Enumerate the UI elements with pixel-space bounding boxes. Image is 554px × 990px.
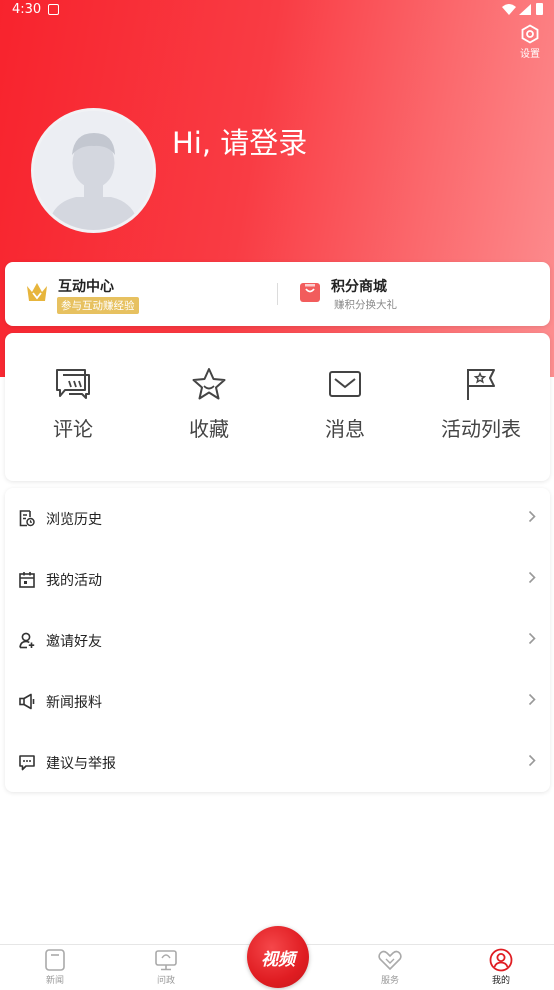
chevron-right-icon — [528, 510, 536, 523]
invite-user-icon — [19, 632, 35, 649]
handshake-icon — [378, 950, 402, 970]
menu-item-invite-friends[interactable]: 邀请好友 — [5, 610, 550, 671]
news-icon — [45, 949, 65, 971]
comment-icon — [56, 369, 90, 399]
app-notification-icon — [48, 4, 59, 15]
user-icon — [489, 948, 513, 972]
star-icon — [192, 368, 226, 400]
history-icon — [19, 510, 35, 527]
calendar-icon — [19, 572, 35, 588]
flag-icon — [467, 369, 495, 400]
tab-news[interactable]: 新闻 — [25, 948, 85, 986]
menu-item-browse-history[interactable]: 浏览历史 — [5, 488, 550, 549]
shopping-bag-icon — [300, 283, 320, 302]
tab-service-label: 服务 — [380, 976, 399, 986]
chevron-right-icon — [528, 632, 536, 645]
menu-label-feedback-report: 建议与举报 — [46, 756, 116, 772]
menu-item-my-activities[interactable]: 我的活动 — [5, 549, 550, 610]
menu-label-my-activities: 我的活动 — [46, 573, 102, 589]
gear-icon — [521, 24, 539, 44]
menu-item-feedback-report[interactable]: 建议与举报 — [5, 732, 550, 793]
tab-politics[interactable]: 问政 — [136, 948, 196, 986]
settings-button[interactable]: 设置 — [514, 24, 546, 60]
activity-list-label: 活动列表 — [441, 417, 521, 441]
tab-service[interactable]: 服务 — [360, 948, 420, 986]
messages-label: 消息 — [325, 417, 365, 441]
menu-item-news-tips[interactable]: 新闻报料 — [5, 671, 550, 732]
crown-icon — [27, 283, 47, 301]
activity-list-button[interactable]: 活动列表 — [413, 367, 549, 442]
points-mall-title: 积分商城 — [331, 279, 387, 295]
signal-icon — [519, 4, 531, 15]
tab-politics-label: 问政 — [156, 976, 175, 986]
comment-button[interactable]: 评论 — [5, 367, 141, 442]
chevron-right-icon — [528, 693, 536, 706]
tab-video[interactable]: 视频 — [247, 926, 309, 988]
tab-mine[interactable]: 我的 — [471, 948, 531, 986]
politics-icon — [155, 950, 177, 971]
comment-label: 评论 — [53, 417, 93, 441]
points-mall-entry[interactable]: 积分商城 赚积分换大礼 — [278, 262, 550, 326]
megaphone-icon — [19, 693, 35, 710]
login-prompt[interactable]: Hi, 请登录 — [172, 120, 307, 162]
interaction-center-entry[interactable]: 互动中心 参与互动赚经验 — [5, 262, 277, 326]
chevron-right-icon — [528, 571, 536, 584]
status-time: 4:30 — [12, 2, 42, 17]
menu-label-news-tips: 新闻报料 — [46, 695, 102, 711]
messages-button[interactable]: 消息 — [277, 367, 413, 442]
tab-news-label: 新闻 — [45, 976, 64, 986]
mail-icon — [329, 371, 361, 397]
quick-actions-card: 评论 收藏 消息 活动列表 — [5, 333, 550, 481]
tab-video-label: 视频 — [261, 949, 295, 970]
chevron-right-icon — [528, 754, 536, 767]
interaction-center-badge: 参与互动赚经验 — [57, 297, 139, 314]
favorites-label: 收藏 — [189, 417, 229, 441]
menu-label-invite-friends: 邀请好友 — [46, 634, 102, 650]
menu-label-browse-history: 浏览历史 — [46, 512, 102, 528]
interaction-center-title: 互动中心 — [58, 279, 114, 295]
favorites-button[interactable]: 收藏 — [141, 367, 277, 442]
battery-icon — [536, 3, 543, 15]
status-bar: 4:30 — [0, 0, 554, 20]
menu-list: 浏览历史 我的活动 邀请好友 新闻报料 建议与举报 — [5, 488, 550, 792]
feedback-icon — [19, 755, 35, 771]
settings-label: 设置 — [520, 49, 540, 60]
interaction-card: 互动中心 参与互动赚经验 积分商城 赚积分换大礼 — [5, 262, 550, 326]
avatar[interactable] — [31, 108, 156, 233]
points-mall-subtitle: 赚积分换大礼 — [334, 299, 397, 311]
wifi-icon — [502, 4, 516, 15]
tab-mine-label: 我的 — [491, 976, 510, 986]
default-avatar-icon — [34, 111, 153, 230]
